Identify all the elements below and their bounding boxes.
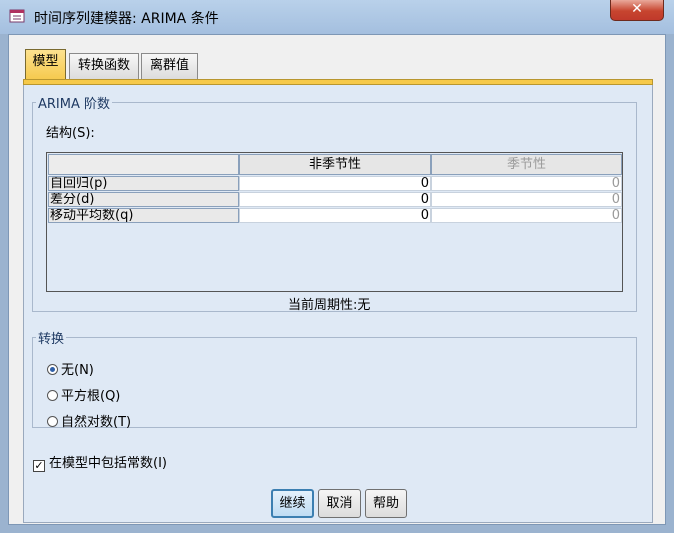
cell-diff-seasonal: 0 <box>431 192 622 207</box>
window-title: 时间序列建模器: ARIMA 条件 <box>34 11 219 27</box>
radio-natural-log-label: 自然对数(T) <box>61 415 132 430</box>
radio-square-root-indicator <box>47 390 58 401</box>
current-periodicity: 当前周期性:无 <box>288 298 371 313</box>
transform-group: 转换 无(N) 平方根(Q) 自然对数(T) <box>32 328 637 430</box>
radio-none-indicator <box>47 364 58 375</box>
close-icon: ✕ <box>631 1 643 17</box>
tab-panel-model: ARIMA 阶数 结构(S): 非季节性 季节性 自回归(p) 0 0 差分(d… <box>23 85 653 523</box>
row-label-diff: 差分(d) <box>48 192 239 207</box>
tab-model[interactable]: 模型 <box>25 49 66 81</box>
radio-none-label: 无(N) <box>61 363 94 378</box>
cell-ma-nonseasonal[interactable]: 0 <box>239 208 431 223</box>
cell-ar-seasonal: 0 <box>431 176 622 191</box>
tab-outliers[interactable]: 离群值 <box>141 53 198 79</box>
column-header-nonseasonal: 非季节性 <box>239 154 431 175</box>
row-label-ma: 移动平均数(q) <box>48 208 239 223</box>
radio-none[interactable]: 无(N) <box>47 359 94 378</box>
transform-legend: 转换 <box>38 332 65 347</box>
radio-square-root[interactable]: 平方根(Q) <box>47 385 121 404</box>
tab-model-label: 模型 <box>32 54 59 69</box>
grid-corner <box>48 154 239 175</box>
help-button-label: 帮助 <box>372 496 399 511</box>
structure-label: 结构(S): <box>46 126 95 141</box>
arima-orders-group: ARIMA 阶数 结构(S): 非季节性 季节性 自回归(p) 0 0 差分(d… <box>32 93 637 313</box>
tab-transfer-function-label: 转换函数 <box>77 58 130 73</box>
dialog-body: 模型 转换函数 离群值 ARIMA 阶数 结构(S): 非季节性 季节性 自回归… <box>8 34 666 525</box>
radio-square-root-label: 平方根(Q) <box>61 389 121 404</box>
checkbox-check-icon: ✓ <box>33 459 45 472</box>
column-header-seasonal: 季节性 <box>431 154 622 175</box>
cell-ma-seasonal: 0 <box>431 208 622 223</box>
row-label-ar: 自回归(p) <box>48 176 239 191</box>
cancel-button[interactable]: 取消 <box>318 489 361 518</box>
radio-natural-log[interactable]: 自然对数(T) <box>47 411 132 430</box>
tab-outliers-label: 离群值 <box>149 58 189 73</box>
app-window-icon <box>9 9 25 23</box>
arima-structure-grid[interactable]: 非季节性 季节性 自回归(p) 0 0 差分(d) 0 0 移动平均数(q) 0… <box>46 152 623 292</box>
continue-button[interactable]: 继续 <box>271 489 314 518</box>
title-bar: 时间序列建模器: ARIMA 条件 ✕ <box>0 0 674 34</box>
cell-ar-nonseasonal[interactable]: 0 <box>239 176 431 191</box>
include-constant-label: 在模型中包括常数(I) <box>49 456 167 471</box>
radio-natural-log-indicator <box>47 416 58 427</box>
cell-diff-nonseasonal[interactable]: 0 <box>239 192 431 207</box>
close-button[interactable]: ✕ <box>610 0 664 21</box>
continue-button-label: 继续 <box>279 496 306 511</box>
include-constant-checkbox[interactable]: ✓ 在模型中包括常数(I) <box>33 452 167 472</box>
tab-transfer-function[interactable]: 转换函数 <box>69 53 139 79</box>
cancel-button-label: 取消 <box>326 496 353 511</box>
help-button[interactable]: 帮助 <box>365 489 407 518</box>
arima-orders-legend: ARIMA 阶数 <box>38 97 111 112</box>
